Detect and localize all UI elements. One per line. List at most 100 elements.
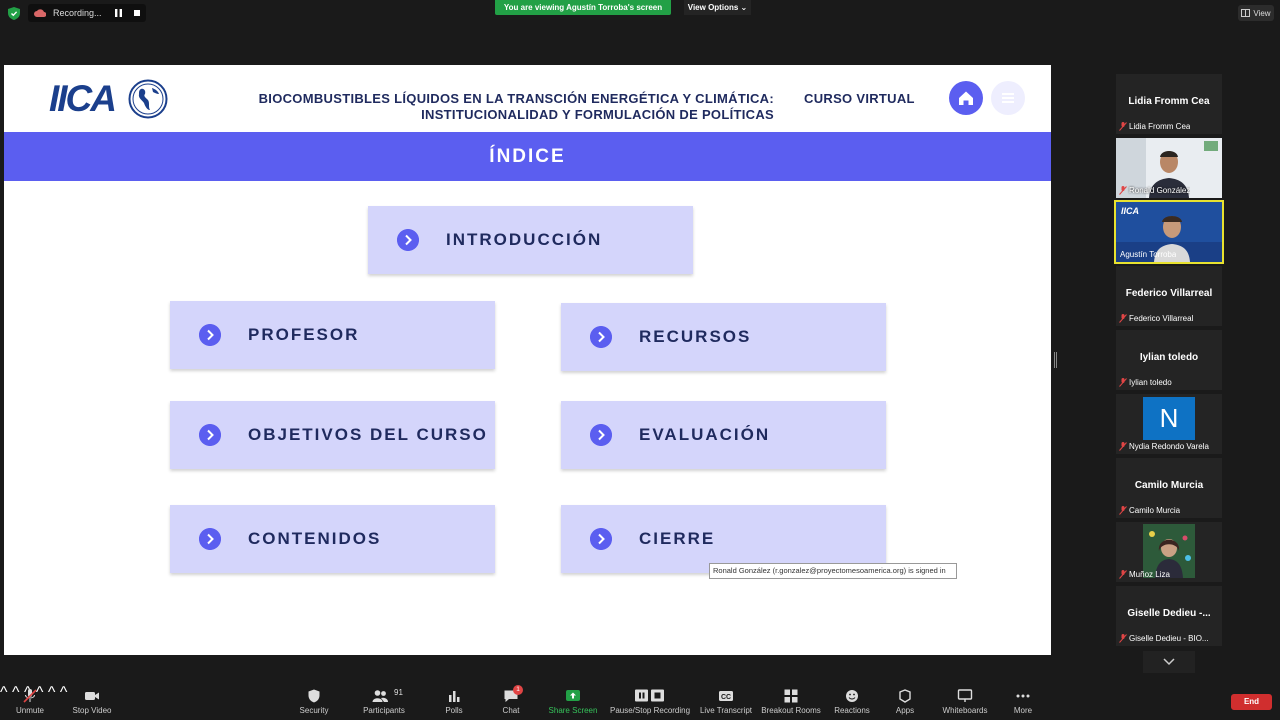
participant-tile[interactable]: Federico Villarreal Federico Villarreal: [1116, 266, 1222, 326]
pause-recording-icon[interactable]: [115, 9, 122, 17]
grid-view-icon: [1241, 9, 1251, 17]
menu-item-label: CIERRE: [639, 529, 716, 548]
chat-button[interactable]: 1 Chat: [494, 684, 528, 720]
audio-options-caret-icon[interactable]: ^: [0, 684, 8, 701]
participant-tile[interactable]: Camilo Murcia Camilo Murcia: [1116, 458, 1222, 518]
security-label: Security: [299, 706, 329, 715]
course-title-line1: BIOCOMBUSTIBLES LÍQUIDOS EN LA TRANSCIÓN…: [258, 91, 774, 106]
globe-icon: [128, 79, 168, 119]
view-button[interactable]: View: [1238, 5, 1274, 21]
end-meeting-button[interactable]: End: [1231, 694, 1272, 710]
participant-tile-video[interactable]: Ronald González: [1116, 138, 1222, 198]
breakout-rooms-button[interactable]: Breakout Rooms: [760, 684, 822, 720]
chevron-right-icon: [199, 324, 221, 346]
participant-tag: Muñoz Liza: [1129, 570, 1170, 579]
participants-button[interactable]: 91 Participants: [358, 684, 410, 720]
participant-name: Lidia Fromm Cea: [1128, 96, 1210, 107]
menu-item-introduccion[interactable]: INTRODUCCIÓN: [368, 206, 693, 274]
apps-button[interactable]: Apps: [888, 684, 922, 720]
participant-tile[interactable]: Iylian toledo Iylian toledo: [1116, 330, 1222, 390]
chat-unread-badge: 1: [513, 685, 523, 695]
participant-name: Camilo Murcia: [1134, 480, 1204, 491]
stop-recording-icon[interactable]: [134, 10, 140, 16]
menu-item-objetivos[interactable]: OBJETIVOS DEL CURSO: [170, 401, 495, 469]
stop-video-label: Stop Video: [72, 706, 112, 715]
pause-stop-icon: [635, 689, 664, 702]
participant-tile[interactable]: Giselle Dedieu -... Giselle Dedieu - BIO…: [1116, 586, 1222, 646]
security-shield-icon: [308, 689, 320, 703]
reactions-smiley-icon: [846, 690, 858, 702]
scroll-participants-down-button[interactable]: [1143, 651, 1195, 673]
participant-tag: Camilo Murcia: [1129, 506, 1181, 515]
video-camera-icon: [85, 692, 99, 700]
chevron-down-icon: ⌄: [740, 3, 748, 12]
view-options-button[interactable]: View Options ⌄: [684, 0, 751, 15]
home-button[interactable]: [949, 81, 983, 115]
avatar: N: [1143, 397, 1195, 440]
more-label: More: [1013, 706, 1033, 715]
live-transcript-button[interactable]: CC Live Transcript: [698, 684, 754, 720]
menu-item-evaluacion[interactable]: EVALUACIÓN: [561, 401, 886, 469]
shield-icon[interactable]: [8, 7, 20, 20]
whiteboards-button[interactable]: Whiteboards: [938, 684, 992, 720]
iica-logo: IICA: [49, 77, 169, 121]
live-transcript-label: Live Transcript: [699, 706, 753, 715]
unmute-label: Unmute: [15, 706, 44, 715]
menu-item-contenidos[interactable]: CONTENIDOS: [170, 505, 495, 573]
recording-label: Recording...: [53, 8, 102, 18]
unmute-button[interactable]: Unmute: [10, 684, 50, 720]
reactions-button[interactable]: Reactions: [830, 684, 874, 720]
svg-text:IICA: IICA: [1121, 206, 1139, 216]
home-icon: [959, 91, 973, 105]
resize-handle[interactable]: [1054, 352, 1057, 368]
whiteboard-icon: [957, 689, 973, 702]
participant-name: Giselle Dedieu -...: [1127, 608, 1211, 619]
participant-name: Iylian toledo: [1139, 352, 1199, 363]
active-speaker-tile[interactable]: IICA Agustín Torroba: [1114, 200, 1224, 264]
participant-tile[interactable]: Lidia Fromm Cea Lidia Fromm Cea: [1116, 74, 1222, 134]
participants-count: 91: [394, 688, 403, 697]
pause-stop-recording-label: Pause/Stop Recording: [610, 706, 691, 715]
menu-item-recursos[interactable]: RECURSOS: [561, 303, 886, 371]
polls-bar-chart-icon: [449, 691, 460, 702]
share-screen-button[interactable]: Share Screen: [546, 684, 600, 720]
menu-item-label: EVALUACIÓN: [639, 425, 771, 444]
stop-video-button[interactable]: Stop Video: [66, 684, 118, 720]
security-button[interactable]: Security: [292, 684, 336, 720]
polls-button[interactable]: Polls: [436, 684, 472, 720]
pause-stop-recording-button[interactable]: Pause/Stop Recording: [610, 684, 690, 720]
breakout-rooms-label: Breakout Rooms: [761, 706, 821, 715]
course-title-line2: INSTITUCIONALIDAD Y FORMULACIÓN DE POLÍT…: [421, 107, 774, 122]
more-dots-icon: [1016, 694, 1030, 698]
chevron-right-icon: [590, 424, 612, 446]
menu-item-profesor[interactable]: PROFESOR: [170, 301, 495, 369]
more-button[interactable]: More: [1006, 684, 1040, 720]
share-screen-icon: [566, 690, 580, 701]
course-title: BIOCOMBUSTIBLES LÍQUIDOS EN LA TRANSCIÓN…: [254, 91, 774, 123]
participant-tag: Lidia Fromm Cea: [1129, 122, 1191, 131]
share-screen-label: Share Screen: [548, 706, 598, 715]
apps-label: Apps: [895, 706, 915, 715]
menu-item-label: OBJETIVOS DEL CURSO: [248, 425, 488, 444]
chevron-right-icon: [199, 424, 221, 446]
participants-label: Participants: [363, 706, 405, 715]
hamburger-menu-icon: [1002, 93, 1014, 103]
chevron-down-icon: [1163, 658, 1175, 666]
menu-button[interactable]: [991, 81, 1025, 115]
menu-item-label: INTRODUCCIÓN: [446, 230, 603, 249]
participant-tag: Iylian toledo: [1129, 378, 1172, 387]
breakout-rooms-icon: [784, 689, 798, 703]
participant-tag: Nydia Redondo Varela: [1129, 442, 1209, 451]
muted-microphone-icon: [23, 689, 37, 703]
index-banner: ÍNDICE: [4, 132, 1051, 181]
view-label: View: [1253, 8, 1271, 18]
cloud-record-icon: [34, 9, 46, 17]
viewing-screen-banner: You are viewing Agustín Torroba's screen: [495, 0, 671, 15]
participant-name: Federico Villarreal: [1125, 288, 1213, 299]
chevron-right-icon: [590, 528, 612, 550]
participant-tile[interactable]: Muñoz Liza: [1116, 522, 1222, 582]
apps-icon: [899, 689, 911, 703]
participants-icon: [372, 690, 388, 702]
participant-tile[interactable]: N Nydia Redondo Varela: [1116, 394, 1222, 454]
participant-tag: Agustín Torroba: [1120, 250, 1177, 259]
